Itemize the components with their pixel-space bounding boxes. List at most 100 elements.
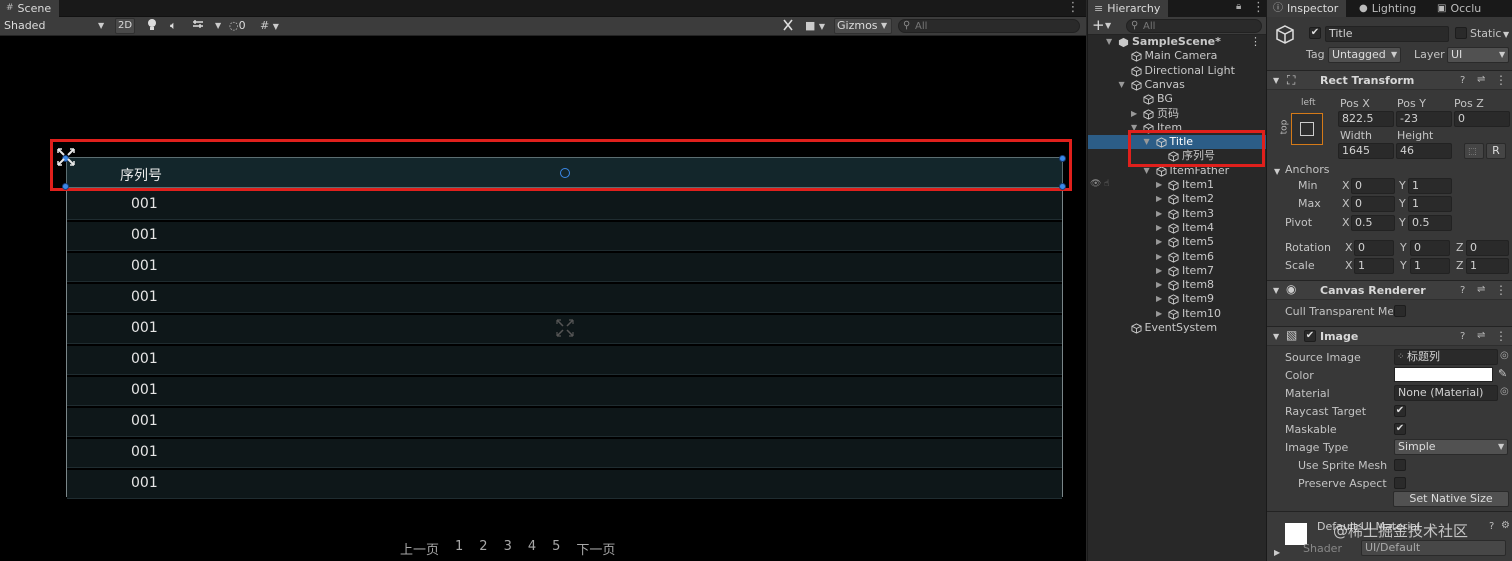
rotation-z-field[interactable]: 0: [1466, 240, 1509, 256]
scene-view[interactable]: # Scene ⋮ Shaded ▼ 2D 🔈︎ ▼ ◌0 # ▼ ■ ▼ Gi…: [0, 0, 1086, 561]
preset-icon[interactable]: ⇌: [1477, 284, 1485, 295]
pickable-hand-icon[interactable]: ☝︎: [1104, 179, 1109, 189]
eyedropper-icon[interactable]: ✎: [1498, 367, 1507, 380]
tab-hierarchy[interactable]: ≡ Hierarchy: [1088, 0, 1169, 17]
scene-search-input[interactable]: ⚲ All: [898, 19, 1080, 33]
scene-menu-icon[interactable]: ⋮: [1250, 35, 1261, 49]
tab-lighting[interactable]: ● Lighting: [1353, 0, 1424, 17]
image-enabled-checkbox[interactable]: ✔: [1304, 330, 1316, 342]
hierarchy-item[interactable]: ▶ Item6: [1088, 250, 1266, 264]
hierarchy-item[interactable]: ▶ Item7: [1088, 264, 1266, 278]
hierarchy-item[interactable]: ▶ Item3: [1088, 207, 1266, 221]
camera-settings-dropdown[interactable]: ■ ▼: [805, 18, 831, 34]
canvas-renderer-header[interactable]: ▼ ◉ Canvas Renderer ? ⇌ ⋮: [1267, 280, 1512, 300]
hierarchy-item[interactable]: ▼ Canvas: [1088, 78, 1266, 92]
shader-dropdown[interactable]: UI/Default: [1361, 540, 1506, 556]
help-icon[interactable]: ?: [1489, 521, 1494, 532]
anchor-gizmo-icon[interactable]: [55, 146, 77, 168]
image-type-dropdown[interactable]: Simple ▼: [1394, 439, 1508, 455]
anchor-presets-button[interactable]: [1291, 113, 1323, 145]
hierarchy-item[interactable]: ▶ Item5: [1088, 235, 1266, 249]
component-menu-icon[interactable]: ⋮: [1495, 329, 1507, 343]
lock-icon[interactable]: 🔒︎: [1236, 1, 1241, 12]
anchor-min-x-field[interactable]: 0: [1351, 178, 1395, 194]
component-menu-icon[interactable]: ⋮: [1495, 283, 1507, 297]
hierarchy-item[interactable]: ▶ Item1: [1088, 178, 1266, 192]
raycast-target-checkbox[interactable]: ✔: [1394, 405, 1406, 417]
foldout-collapsed-icon[interactable]: ▶: [1156, 250, 1162, 264]
rect-transform-header[interactable]: ▼ ⛶ Rect Transform ? ⇌ ⋮: [1267, 70, 1512, 90]
chevron-down-icon[interactable]: ▼: [1105, 21, 1111, 30]
foldout-expanded-icon[interactable]: ▼: [1119, 78, 1125, 92]
hierarchy-item[interactable]: ▼ SampleScene* ⋮: [1088, 35, 1266, 49]
preserve-aspect-checkbox[interactable]: [1394, 477, 1406, 489]
effects-icon[interactable]: [192, 18, 206, 34]
scene-menu-icon[interactable]: ⋮: [1066, 0, 1080, 17]
foldout-arrow-icon[interactable]: ▼: [1273, 332, 1279, 341]
height-field[interactable]: 46: [1396, 143, 1452, 159]
source-image-field[interactable]: ⁘ 标题列: [1394, 349, 1498, 365]
hierarchy-item[interactable]: ▶ Item8: [1088, 278, 1266, 292]
pager-page-3[interactable]: 3: [504, 539, 512, 558]
hierarchy-item[interactable]: ▶ Item4: [1088, 221, 1266, 235]
blueprint-mode-button[interactable]: ⬚: [1464, 143, 1484, 159]
tag-dropdown[interactable]: Untagged ▼: [1328, 47, 1401, 63]
foldout-collapsed-icon[interactable]: ▶: [1131, 107, 1137, 121]
foldout-collapsed-icon[interactable]: ▶: [1156, 192, 1162, 206]
cull-transparent-checkbox[interactable]: [1394, 305, 1406, 317]
add-object-button[interactable]: +: [1092, 17, 1105, 34]
help-icon[interactable]: ?: [1460, 285, 1465, 296]
grid-snap-dropdown[interactable]: # ▼: [260, 18, 290, 34]
hierarchy-item[interactable]: ▶ Item2: [1088, 192, 1266, 206]
chevron-down-icon[interactable]: ▼: [1503, 30, 1509, 39]
anchor-min-y-field[interactable]: 1: [1408, 178, 1452, 194]
tab-inspector[interactable]: ⓘ Inspector: [1267, 0, 1347, 17]
use-sprite-mesh-checkbox[interactable]: [1394, 459, 1406, 471]
shading-mode-dropdown[interactable]: Shaded ▼: [4, 18, 106, 34]
preset-icon[interactable]: ⇌: [1477, 74, 1485, 85]
rect-corner-handle[interactable]: [62, 183, 69, 190]
foldout-collapsed-icon[interactable]: ▶: [1156, 235, 1162, 249]
pager-page-1[interactable]: 1: [455, 539, 463, 558]
hierarchy-item[interactable]: ▶ Item9: [1088, 292, 1266, 306]
foldout-arrow-icon[interactable]: ▼: [1273, 286, 1279, 295]
foldout-collapsed-icon[interactable]: ▶: [1156, 292, 1162, 306]
pos-y-field[interactable]: -23: [1396, 111, 1452, 127]
pivot-x-field[interactable]: 0.5: [1351, 215, 1395, 231]
hierarchy-search-input[interactable]: ⚲ All: [1126, 19, 1262, 33]
lightbulb-icon[interactable]: [147, 18, 159, 34]
image-component-header[interactable]: ▼ ▧ ✔ Image ? ⇌ ⋮: [1267, 326, 1512, 346]
anchor-max-y-field[interactable]: 1: [1408, 196, 1452, 212]
pager-page-5[interactable]: 5: [552, 539, 560, 558]
object-picker-icon[interactable]: ◎: [1500, 386, 1509, 397]
hierarchy-item[interactable]: ▶ Item10: [1088, 307, 1266, 321]
set-native-size-button[interactable]: Set Native Size: [1393, 491, 1509, 507]
pager-next[interactable]: 下一页: [576, 539, 615, 558]
rotation-y-field[interactable]: 0: [1410, 240, 1450, 256]
hierarchy-item[interactable]: EventSystem: [1088, 321, 1266, 335]
foldout-collapsed-icon[interactable]: ▶: [1156, 221, 1162, 235]
static-checkbox[interactable]: [1455, 27, 1467, 39]
pager-prev[interactable]: 上一页: [400, 539, 439, 558]
object-picker-icon[interactable]: ◎: [1500, 350, 1509, 361]
pos-x-field[interactable]: 822.5: [1338, 111, 1394, 127]
foldout-collapsed-icon[interactable]: ▶: [1156, 278, 1162, 292]
anchor-max-x-field[interactable]: 0: [1351, 196, 1395, 212]
color-swatch[interactable]: [1394, 367, 1493, 382]
rect-corner-handle[interactable]: [1059, 183, 1066, 190]
foldout-arrow-icon[interactable]: ▼: [1273, 76, 1279, 85]
visibility-eye-icon[interactable]: 👁︎: [1090, 179, 1101, 189]
material-field[interactable]: None (Material): [1394, 385, 1498, 401]
foldout-expanded-icon[interactable]: ▼: [1106, 35, 1112, 49]
active-checkbox[interactable]: ✔: [1309, 27, 1321, 39]
component-menu-icon[interactable]: ⋮: [1495, 73, 1507, 87]
hidden-objects-toggle[interactable]: ◌0: [229, 18, 255, 34]
scale-y-field[interactable]: 1: [1410, 258, 1450, 274]
foldout-collapsed-icon[interactable]: ▶: [1156, 264, 1162, 278]
maskable-checkbox[interactable]: ✔: [1394, 423, 1406, 435]
scale-z-field[interactable]: 1: [1466, 258, 1509, 274]
gameobject-icon[interactable]: [1275, 24, 1295, 46]
foldout-collapsed-icon[interactable]: ▶: [1156, 207, 1162, 221]
toggle-2d-button[interactable]: 2D: [115, 18, 135, 34]
pivot-y-field[interactable]: 0.5: [1408, 215, 1452, 231]
